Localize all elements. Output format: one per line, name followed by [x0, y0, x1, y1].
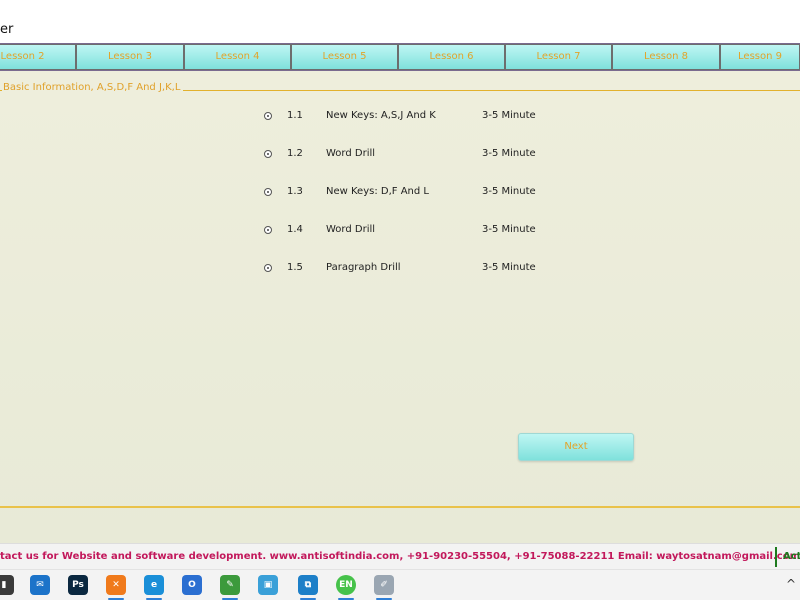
lesson-row-1-5[interactable]: 1.5 Paragraph Drill 3-5 Minute [0, 260, 560, 278]
radio-button[interactable] [264, 264, 272, 272]
lesson-content: Basic Information, A,S,D,F And J,K,L 1.1… [0, 71, 800, 543]
lesson-title: New Keys: A,S,J And K [326, 110, 436, 121]
lesson-title: Paragraph Drill [326, 262, 401, 273]
lesson-row-1-3[interactable]: 1.3 New Keys: D,F And L 3-5 Minute [0, 184, 560, 202]
tab-lesson-9[interactable]: Lesson 9 [720, 44, 800, 70]
lesson-duration: 3-5 Minute [482, 224, 536, 235]
next-button[interactable]: Next [518, 433, 634, 461]
radio-button[interactable] [264, 112, 272, 120]
typing-tutor-icon[interactable]: EN [336, 575, 356, 595]
chevron-up-icon[interactable]: ^ [786, 577, 796, 591]
radio-button[interactable] [264, 150, 272, 158]
paint-icon[interactable]: ✐ [374, 575, 394, 595]
notepad-icon[interactable]: ✎ [220, 575, 240, 595]
quick-assist-icon[interactable]: ⧉ [298, 575, 318, 595]
lesson-tabs: Lesson 2 Lesson 3 Lesson 4 Lesson 5 Less… [0, 43, 800, 71]
taskbar: ▮ ✉ Ps ✕ e O ✎ ▣ ⧉ EN ✐ ^ [0, 569, 800, 600]
title-bar: er [0, 17, 800, 43]
lesson-title: New Keys: D,F And L [326, 186, 429, 197]
lesson-duration: 3-5 Minute [482, 262, 536, 273]
lesson-title: Word Drill [326, 148, 376, 159]
top-strip [0, 0, 800, 17]
contact-footer: tact us for Website and software develop… [0, 543, 800, 569]
tab-lesson-8[interactable]: Lesson 8 [612, 44, 720, 70]
lesson-duration: 3-5 Minute [482, 110, 536, 121]
tab-lesson-2[interactable]: Lesson 2 [0, 44, 76, 70]
xampp-icon[interactable]: ✕ [106, 575, 126, 595]
mail-icon[interactable]: ✉ [30, 575, 50, 595]
group-border-right [183, 90, 800, 91]
lesson-number: 1.5 [287, 262, 303, 273]
contact-text: tact us for Website and software develop… [0, 551, 800, 562]
lesson-duration: 3-5 Minute [482, 186, 536, 197]
tab-lesson-7[interactable]: Lesson 7 [505, 44, 612, 70]
radio-button[interactable] [264, 226, 272, 234]
lesson-row-1-4[interactable]: 1.4 Word Drill 3-5 Minute [0, 222, 560, 240]
lesson-duration: 3-5 Minute [482, 148, 536, 159]
footer-separator [775, 547, 777, 567]
footer-right-text: Act [783, 551, 800, 562]
group-border-left [0, 90, 2, 91]
outlook-icon[interactable]: O [182, 575, 202, 595]
tab-lesson-3[interactable]: Lesson 3 [76, 44, 184, 70]
tab-lesson-4[interactable]: Lesson 4 [184, 44, 291, 70]
radio-button[interactable] [264, 188, 272, 196]
lesson-title: Word Drill [326, 224, 376, 235]
bottom-divider [0, 506, 800, 508]
tab-lesson-5[interactable]: Lesson 5 [291, 44, 398, 70]
lesson-number: 1.3 [287, 186, 303, 197]
lesson-row-1-1[interactable]: 1.1 New Keys: A,S,J And K 3-5 Minute [0, 108, 560, 126]
lesson-number: 1.1 [287, 110, 303, 121]
lesson-row-1-2[interactable]: 1.2 Word Drill 3-5 Minute [0, 146, 560, 164]
lesson-number: 1.2 [287, 148, 303, 159]
tab-lesson-6[interactable]: Lesson 6 [398, 44, 505, 70]
remote-desktop-icon[interactable]: ▣ [258, 575, 278, 595]
photoshop-icon[interactable]: Ps [68, 575, 88, 595]
store-icon[interactable]: ▮ [0, 575, 14, 595]
window-title: er [0, 22, 14, 37]
group-label: Basic Information, A,S,D,F And J,K,L [3, 82, 181, 93]
lesson-number: 1.4 [287, 224, 303, 235]
edge-icon[interactable]: e [144, 575, 164, 595]
